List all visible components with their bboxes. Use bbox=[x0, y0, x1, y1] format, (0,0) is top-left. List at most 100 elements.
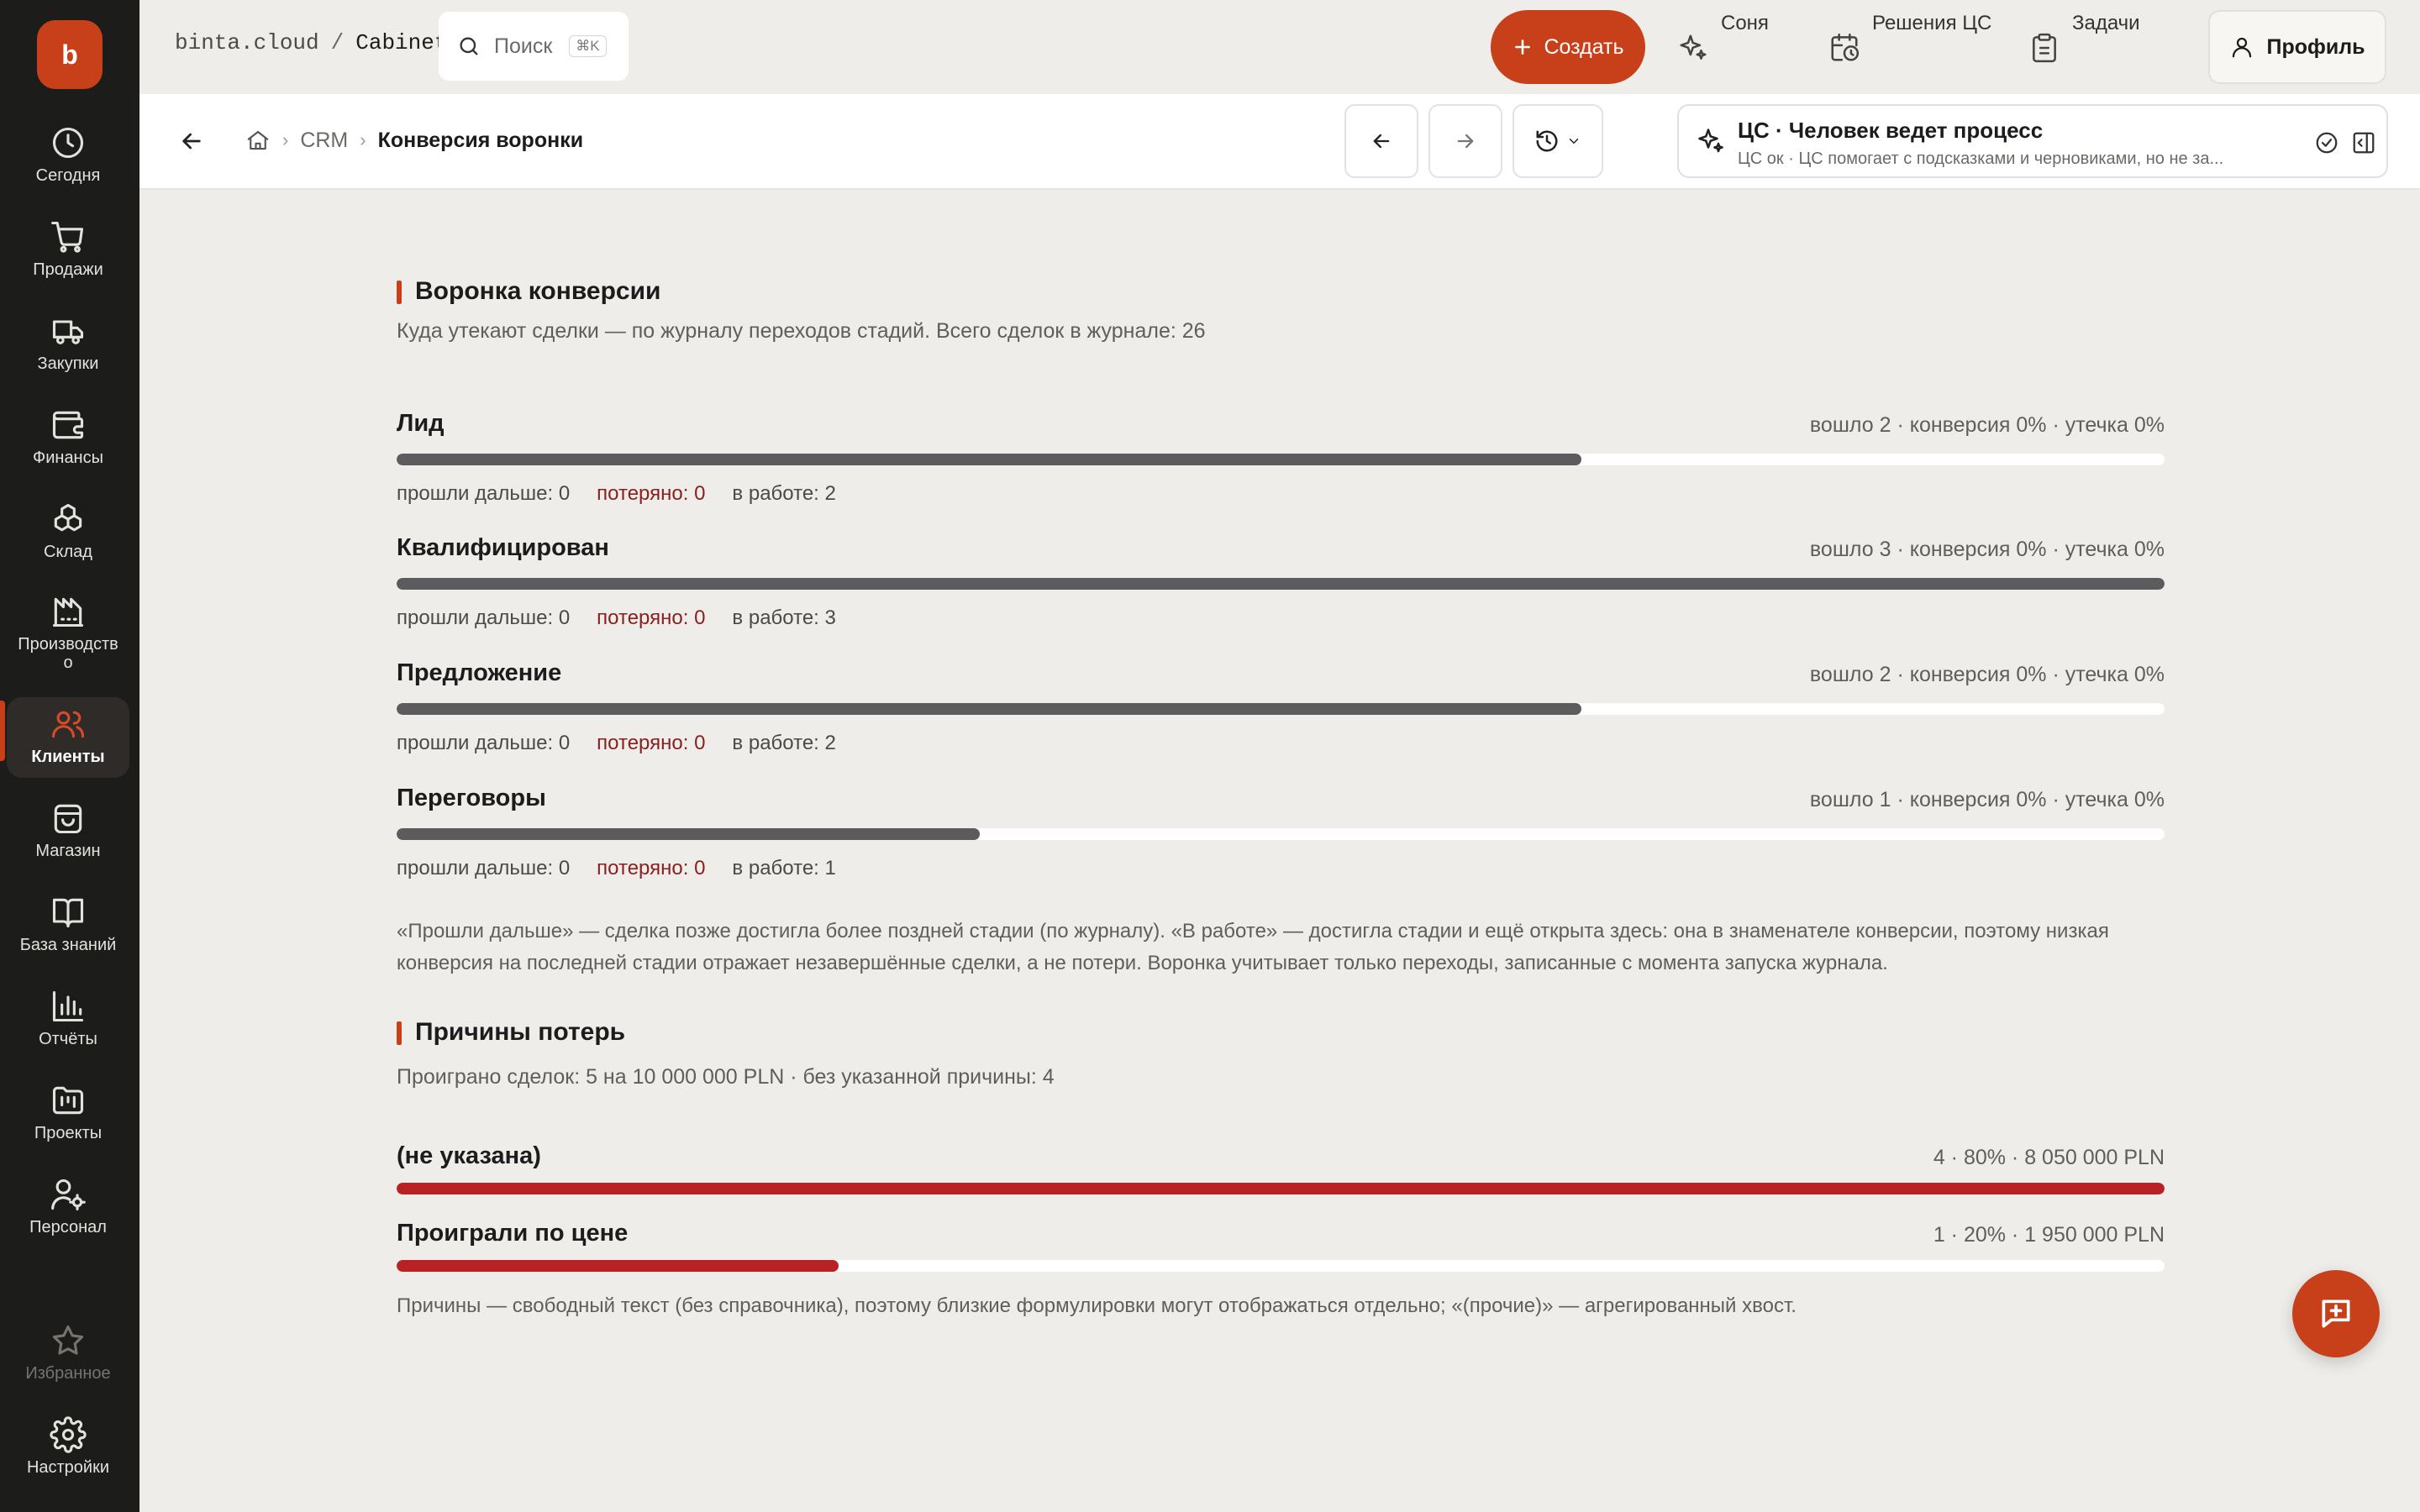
sidebar-item-today[interactable]: Сегодня bbox=[7, 124, 129, 185]
history-icon bbox=[1534, 129, 1560, 154]
losses-section-title: Причины потерь bbox=[397, 1018, 625, 1047]
clipboard-icon bbox=[2028, 32, 2060, 64]
stage-meta: прошли дальше: 0 потеряно: 0 в работе: 2 bbox=[397, 482, 836, 506]
top-link-label: Решения ЦС bbox=[1872, 12, 1992, 34]
back-arrow-icon[interactable] bbox=[178, 128, 205, 155]
stage-lost: потеряно: 0 bbox=[597, 857, 706, 879]
stage-passed: прошли дальше: 0 bbox=[397, 857, 571, 879]
reason-bar-fill bbox=[397, 1260, 839, 1272]
tasks-link[interactable]: Задачи bbox=[2028, 12, 2140, 64]
sidebar-item-label: Закупки bbox=[37, 354, 99, 373]
stage-stats: вошло 1 · конверсия 0% · утечка 0% bbox=[1809, 788, 2165, 811]
stage-lost: потеряно: 0 bbox=[597, 606, 706, 629]
message-plus-icon bbox=[2317, 1295, 2354, 1332]
active-nav-marker bbox=[0, 701, 5, 761]
search-icon bbox=[457, 34, 481, 58]
search-button[interactable]: Поиск ⌘K bbox=[439, 12, 629, 81]
ai-status-title: ЦС · Человек ведет процесс bbox=[1738, 118, 2044, 143]
breadcrumb-crm[interactable]: CRM bbox=[300, 129, 348, 153]
sidebar-item-finance[interactable]: Финансы bbox=[7, 407, 129, 467]
stage-name: Предложение bbox=[397, 659, 562, 686]
stage-bar-track bbox=[397, 578, 2165, 590]
arrow-left-icon bbox=[1370, 129, 1393, 153]
stage-meta: прошли дальше: 0 потеряно: 0 в работе: 3 bbox=[397, 606, 836, 630]
funnel-section-subtitle: Куда утекают сделки — по журналу переход… bbox=[397, 319, 1206, 343]
sidebar-item-label: Магазин bbox=[35, 842, 101, 860]
stage-in-progress: в работе: 1 bbox=[732, 857, 836, 879]
factory-icon bbox=[50, 593, 87, 630]
profile-label: Профиль bbox=[2266, 34, 2365, 59]
stage-passed: прошли дальше: 0 bbox=[397, 482, 571, 505]
sidebar-item-shop[interactable]: Магазин bbox=[7, 800, 129, 860]
check-circle-icon[interactable] bbox=[2314, 130, 2339, 155]
logo-letter: b bbox=[61, 39, 78, 70]
sidebar-item-projects[interactable]: Проекты bbox=[7, 1082, 129, 1142]
stage-bar-track bbox=[397, 454, 2165, 465]
panel-toggle-icon[interactable] bbox=[2351, 130, 2376, 155]
sidebar-item-clients[interactable]: Клиенты bbox=[7, 697, 129, 778]
stage-name: Лид bbox=[397, 410, 445, 437]
sidebar-item-label: Избранное bbox=[25, 1364, 111, 1383]
boxes-icon bbox=[50, 501, 87, 538]
stage-meta: прошли дальше: 0 потеряно: 0 в работе: 2 bbox=[397, 732, 836, 755]
ai-status-panel[interactable]: ЦС · Человек ведет процесс ЦС ок · ЦС по… bbox=[1677, 104, 2388, 178]
stage-in-progress: в работе: 2 bbox=[732, 732, 836, 754]
stage-passed: прошли дальше: 0 bbox=[397, 732, 571, 754]
search-label: Поиск bbox=[494, 34, 553, 58]
sidebar-item-label: Сегодня bbox=[35, 166, 101, 185]
chevron-right-icon: › bbox=[360, 129, 366, 150]
sparkles-icon bbox=[1677, 32, 1709, 64]
sidebar-item-sales[interactable]: Продажи bbox=[7, 218, 129, 279]
sidebar-item-reports[interactable]: Отчёты bbox=[7, 988, 129, 1048]
create-label: Создать bbox=[1544, 34, 1624, 59]
sidebar-item-label: Настройки bbox=[26, 1458, 110, 1477]
domain-name: binta.cloud bbox=[175, 30, 319, 55]
stage-passed: прошли дальше: 0 bbox=[397, 606, 571, 629]
sidebar-item-label: Финансы bbox=[33, 449, 103, 467]
reason-name: (не указана) bbox=[397, 1142, 541, 1169]
stage-stats: вошло 2 · конверсия 0% · утечка 0% bbox=[1809, 663, 2165, 686]
create-button[interactable]: Создать bbox=[1491, 10, 1645, 84]
calendar-clock-icon bbox=[1828, 32, 1860, 64]
sidebar-item-label: Клиенты bbox=[31, 748, 105, 766]
sidebar-item-production[interactable]: Производство bbox=[7, 593, 129, 672]
bar-chart-icon bbox=[50, 988, 87, 1025]
feedback-chat-button[interactable] bbox=[2292, 1270, 2380, 1357]
sidebar-item-label: База знаний bbox=[19, 936, 117, 954]
page-header: › CRM › Конверсия воронки ЦС · Человек в… bbox=[139, 94, 2420, 190]
stage-bar-fill bbox=[397, 828, 981, 840]
sidebar-item-staff[interactable]: Персонал bbox=[7, 1176, 129, 1236]
stage-stats: вошло 2 · конверсия 0% · утечка 0% bbox=[1809, 413, 2165, 437]
stage-bar-track bbox=[397, 703, 2165, 715]
history-forward-button[interactable] bbox=[1428, 104, 1502, 178]
stage-bar-fill bbox=[397, 703, 1581, 715]
sidebar-item-warehouse[interactable]: Склад bbox=[7, 501, 129, 561]
cs-decisions-link[interactable]: Решения ЦС bbox=[1828, 12, 1991, 64]
sidebar-item-label: Персонал bbox=[29, 1218, 107, 1236]
sparkles-icon bbox=[1696, 126, 1726, 156]
stage-name: Переговоры bbox=[397, 785, 546, 811]
sidebar-item-settings[interactable]: Настройки bbox=[7, 1416, 129, 1477]
sidebar-item-label: Склад bbox=[44, 543, 92, 561]
sidebar-item-favorites[interactable]: Избранное bbox=[7, 1322, 129, 1383]
chevron-right-icon: › bbox=[282, 129, 289, 150]
folder-kanban-icon bbox=[50, 1082, 87, 1119]
search-shortcut: ⌘K bbox=[569, 35, 607, 57]
sidebar-item-label: Отчёты bbox=[39, 1030, 97, 1048]
sidebar-item-knowledge-base[interactable]: База знаний bbox=[7, 894, 129, 954]
history-back-button[interactable] bbox=[1344, 104, 1418, 178]
history-menu-button[interactable] bbox=[1512, 104, 1603, 178]
user-icon bbox=[2229, 34, 2254, 60]
app-logo[interactable]: b bbox=[37, 20, 103, 89]
profile-button[interactable]: Профиль bbox=[2208, 10, 2386, 84]
assistant-sonya-link[interactable]: Соня bbox=[1677, 12, 1769, 64]
funnel-note: «Прошли дальше» — сделка позже достигла … bbox=[397, 920, 2109, 974]
sidebar-item-purchases[interactable]: Закупки bbox=[7, 312, 129, 373]
stage-bar-fill bbox=[397, 578, 2165, 590]
reason-name: Проиграли по цене bbox=[397, 1220, 629, 1247]
stage-lost: потеряно: 0 bbox=[597, 482, 706, 505]
stage-bar-track bbox=[397, 828, 2165, 840]
stage-stats: вошло 3 · конверсия 0% · утечка 0% bbox=[1809, 538, 2165, 561]
workspace-name[interactable]: Cabinet bbox=[355, 30, 447, 55]
home-icon[interactable] bbox=[245, 128, 271, 153]
